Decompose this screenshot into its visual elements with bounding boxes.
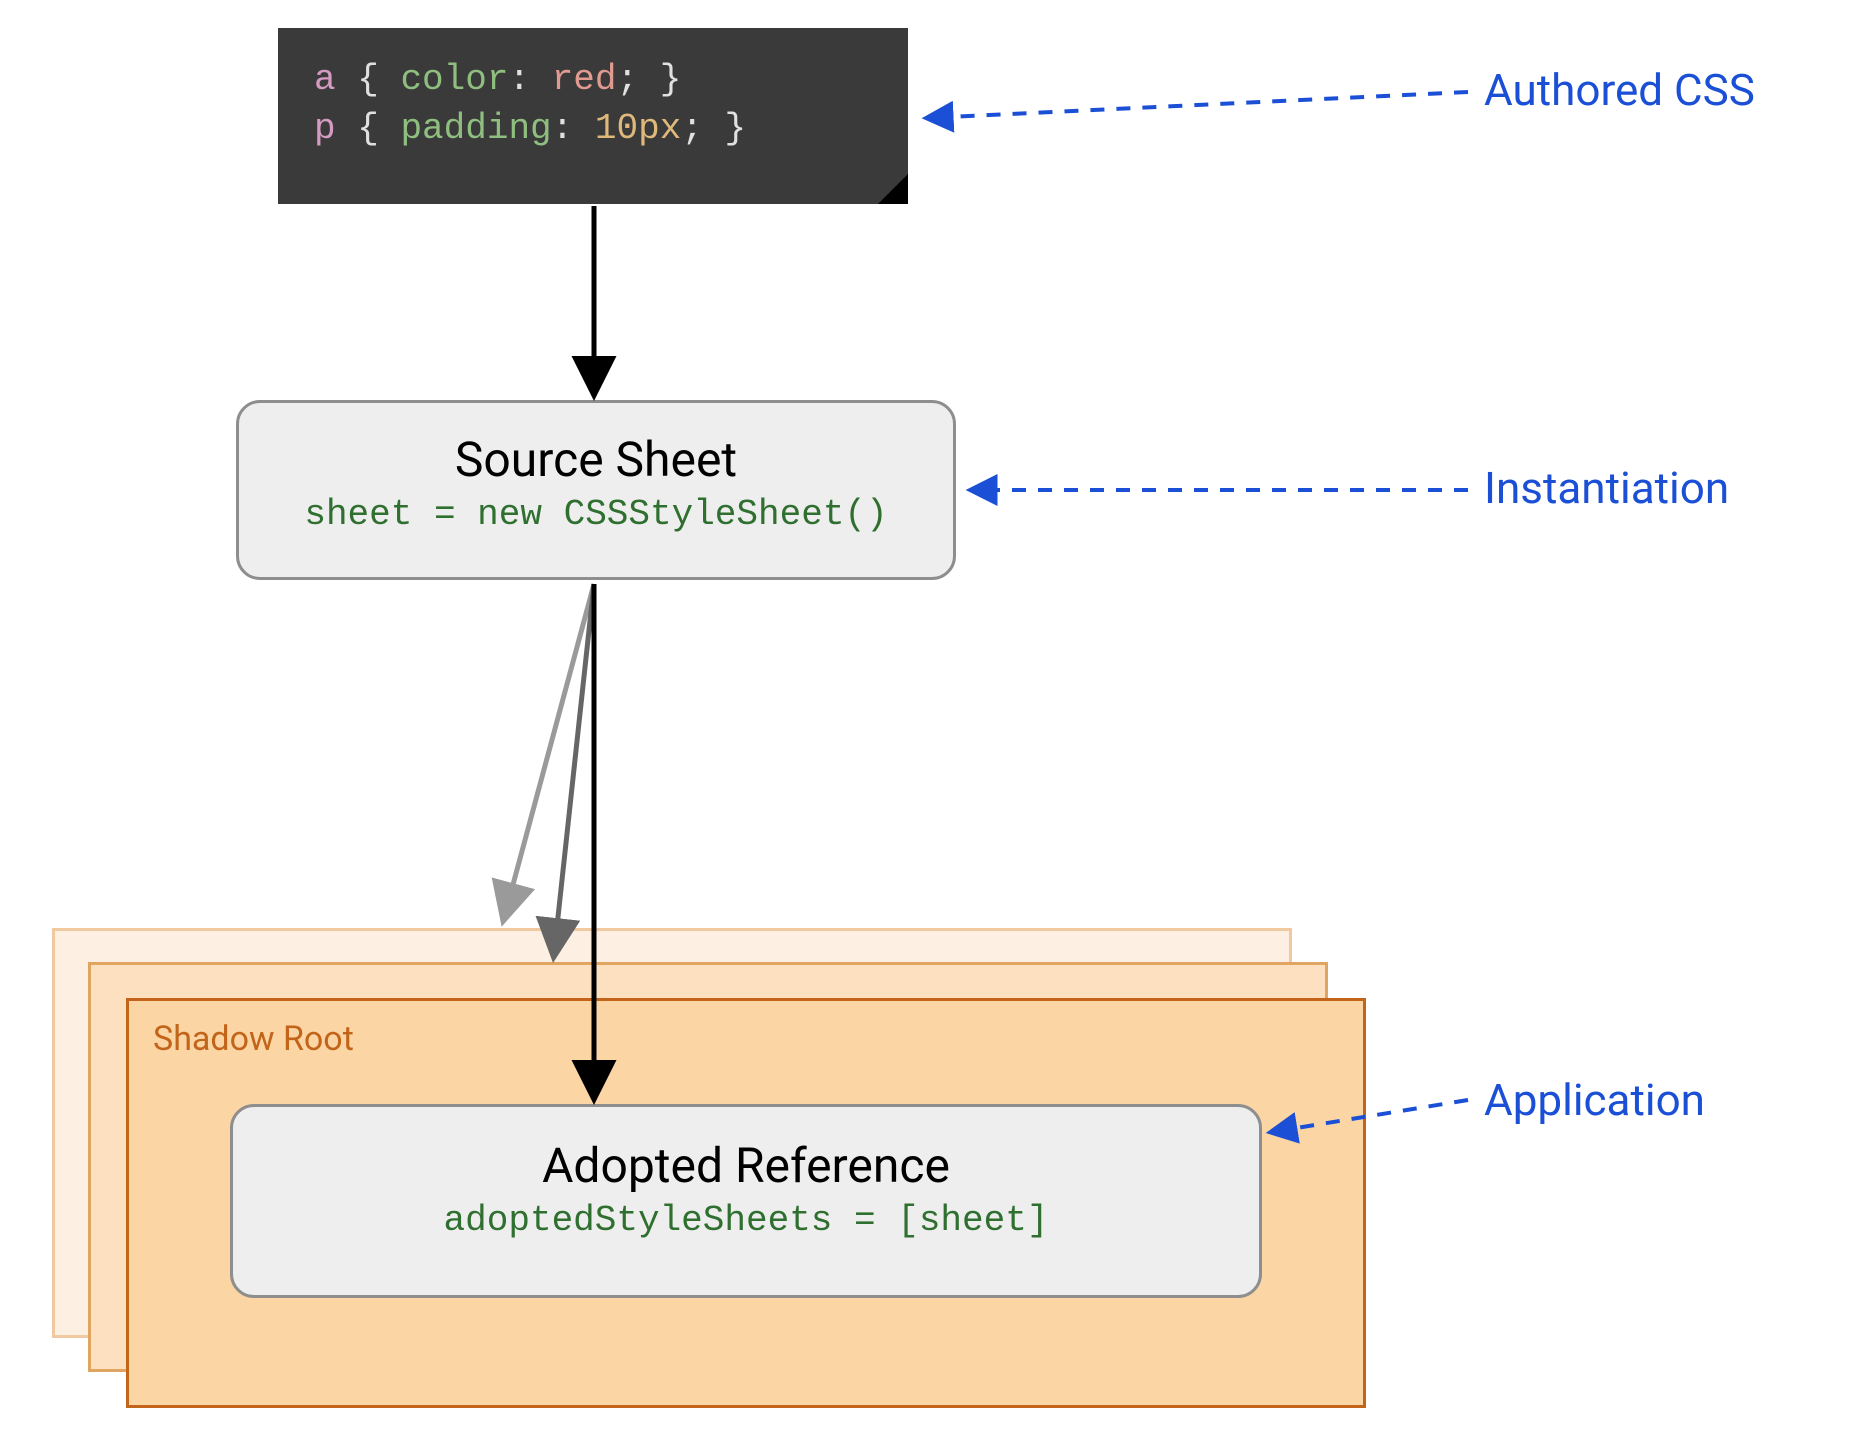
source-sheet-title: Source Sheet <box>239 431 953 488</box>
authored-css-code-block: a { color: red; } p { padding: 10px; } <box>278 28 908 204</box>
annotation-instantiation: Instantiation <box>1484 462 1729 514</box>
source-sheet-code: sheet = new CSSStyleSheet() <box>239 494 953 535</box>
css-value: red <box>552 59 617 100</box>
annotation-authored-css: Authored CSS <box>1484 64 1755 116</box>
arrow-source-to-shadow3 <box>504 584 594 918</box>
css-property: padding <box>400 108 551 149</box>
annotation-arrow-authored <box>928 92 1468 118</box>
annotation-application: Application <box>1484 1074 1705 1126</box>
css-value-number: 10 <box>595 108 638 149</box>
diagram-stage: a { color: red; } p { padding: 10px; } S… <box>0 0 1874 1430</box>
page-fold-icon <box>878 174 908 204</box>
adopted-reference-code: adoptedStyleSheets = [sheet] <box>233 1200 1259 1241</box>
css-selector: p <box>314 108 336 149</box>
adopted-reference-title: Adopted Reference <box>233 1137 1259 1194</box>
css-value-unit: px <box>638 108 681 149</box>
css-property: color <box>400 59 508 100</box>
css-rule-line: p { padding: 10px; } <box>314 105 872 154</box>
css-rule-line: a { color: red; } <box>314 56 872 105</box>
adopted-reference-box: Adopted Reference adoptedStyleSheets = [… <box>230 1104 1262 1298</box>
css-selector: a <box>314 59 336 100</box>
arrow-source-to-shadow2 <box>554 584 594 954</box>
shadow-root-label: Shadow Root <box>153 1019 354 1059</box>
source-sheet-box: Source Sheet sheet = new CSSStyleSheet() <box>236 400 956 580</box>
